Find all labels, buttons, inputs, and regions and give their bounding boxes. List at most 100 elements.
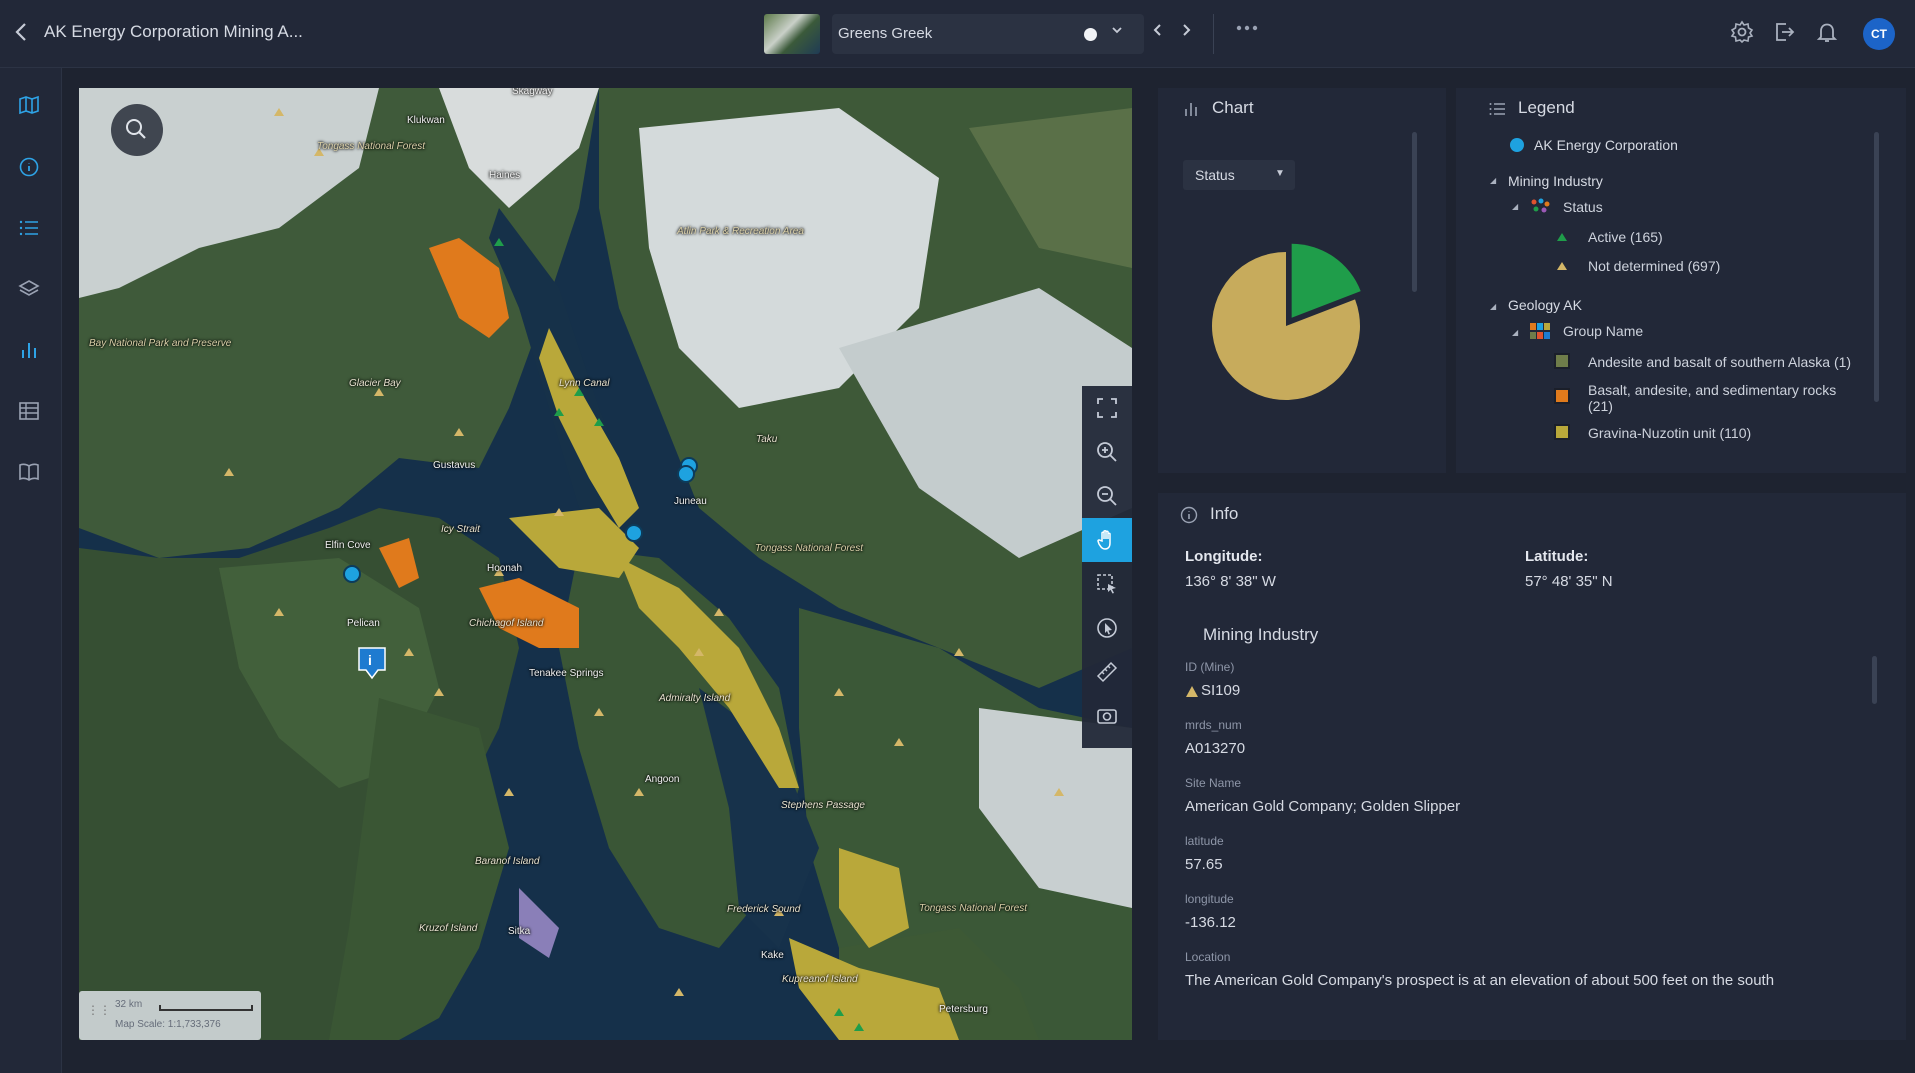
legend-item-active[interactable]: Active (165) — [1588, 229, 1663, 245]
top-bar: AK Energy Corporation Mining A... Greens… — [0, 0, 1915, 68]
field-value: 57.65 — [1185, 856, 1223, 873]
more-options-icon[interactable] — [1234, 18, 1260, 44]
map-label: Angoon — [645, 774, 680, 785]
chevron-left-icon[interactable] — [14, 22, 34, 46]
tan-triangle-icon — [1557, 262, 1567, 270]
legend-item-basalt-count: (21) — [1588, 398, 1613, 414]
multi-fill-icon — [1530, 323, 1550, 339]
scrollbar[interactable] — [1874, 132, 1879, 402]
screenshot-icon[interactable] — [1082, 694, 1132, 738]
legend-field-status[interactable]: Status — [1563, 199, 1603, 215]
map-label: Klukwan — [407, 115, 445, 126]
field-label: Location — [1185, 950, 1231, 964]
satellite-basemap: i — [79, 88, 1132, 1040]
map-label: Elfin Cove — [325, 540, 371, 551]
map-label: Petersburg — [939, 1004, 988, 1015]
legend-field-group-name[interactable]: Group Name — [1563, 323, 1643, 339]
andesite-swatch — [1554, 353, 1570, 369]
longitude-label: Longitude: — [1185, 548, 1263, 565]
map-label: Lynn Canal — [559, 378, 610, 389]
legend-item-basalt[interactable]: Basalt, andesite, and sedimentary rocks — [1588, 382, 1836, 398]
info-panel: Info Longitude: 136° 8' 38" W Latitude: … — [1158, 493, 1906, 1040]
chevron-down-icon[interactable] — [1110, 23, 1124, 40]
map-label: Chichagof Island — [469, 618, 544, 629]
ak-energy-swatch — [1510, 138, 1524, 152]
previous-arrow-icon[interactable] — [1152, 20, 1164, 45]
table-icon[interactable] — [18, 400, 42, 424]
map-label: Juneau — [674, 496, 707, 507]
scrollbar[interactable] — [1872, 656, 1877, 704]
legend-layer-geology[interactable]: Geology AK — [1508, 297, 1582, 313]
identify-icon[interactable] — [1082, 606, 1132, 650]
dropdown-value: Status — [1195, 167, 1235, 183]
user-avatar[interactable]: CT — [1863, 18, 1895, 50]
map-search-button[interactable] — [111, 104, 163, 156]
drag-handle-icon[interactable]: ⋮⋮ — [87, 1003, 111, 1017]
svg-text:i: i — [368, 652, 372, 668]
map-label: Atlin Park & Recreation Area — [677, 226, 804, 237]
bar-chart-icon — [1185, 103, 1197, 116]
map-selector-label: Greens Greek — [838, 25, 933, 42]
zoom-in-icon[interactable] — [1082, 430, 1132, 474]
map-label: Baranof Island — [475, 856, 540, 867]
map-label: Bay National Park and Preserve — [89, 338, 232, 349]
search-icon — [126, 119, 146, 139]
map-label: Frederick Sound — [727, 904, 801, 915]
map-thumbnail[interactable] — [764, 14, 820, 54]
field-value: A013270 — [1185, 740, 1246, 757]
legend-item-not-determined[interactable]: Not determined (697) — [1588, 258, 1720, 274]
legend-layer-ak-energy[interactable]: AK Energy Corporation — [1534, 137, 1678, 153]
legend-panel: Legend AK Energy Corporation ◢ Mining In… — [1456, 88, 1906, 473]
chart-title: Chart — [1212, 98, 1254, 117]
list-icon[interactable] — [18, 217, 42, 241]
map-selector[interactable]: Greens Greek — [832, 14, 1144, 54]
next-arrow-icon[interactable] — [1180, 20, 1192, 45]
list-icon — [1489, 103, 1505, 115]
field-label: latitude — [1185, 834, 1224, 848]
longitude-value: 136° 8' 38" W — [1185, 573, 1276, 590]
info-circle-icon[interactable] — [18, 156, 42, 180]
gear-icon[interactable] — [1730, 20, 1756, 46]
map-label: Sitka — [508, 926, 531, 937]
legend-item-gravina[interactable]: Gravina-Nuzotin unit (110) — [1588, 425, 1751, 441]
scale-distance: 32 km — [115, 999, 143, 1010]
map-icon[interactable] — [18, 94, 42, 118]
status-pie-chart[interactable] — [1200, 220, 1380, 410]
collapse-triangle-icon[interactable]: ◢ — [1512, 202, 1518, 211]
scale-bar — [159, 1005, 253, 1011]
latitude-label: Latitude: — [1525, 548, 1589, 565]
bar-chart-icon[interactable] — [18, 339, 42, 363]
gravina-swatch — [1554, 424, 1570, 440]
select-box-icon[interactable] — [1082, 562, 1132, 606]
map-label: Gustavus — [433, 460, 476, 471]
map-label: Tenakee Springs — [529, 668, 604, 679]
measure-ruler-icon[interactable] — [1082, 650, 1132, 694]
fullscreen-icon[interactable] — [1082, 386, 1132, 430]
map-label: Skagway — [512, 88, 553, 97]
map-label: Kupreanof Island — [782, 974, 858, 985]
collapse-triangle-icon[interactable]: ◢ — [1490, 176, 1496, 185]
layers-icon[interactable] — [18, 278, 42, 302]
field-label: Site Name — [1185, 776, 1242, 790]
map-label: Hoonah — [487, 563, 523, 574]
legend-item-andesite[interactable]: Andesite and basalt of southern Alaska (… — [1588, 354, 1851, 370]
map-toolbar — [1082, 386, 1132, 748]
field-label: ID (Mine) — [1185, 660, 1235, 674]
scrollbar[interactable] — [1412, 132, 1417, 292]
bell-icon[interactable] — [1815, 20, 1841, 46]
collapse-triangle-icon[interactable]: ◢ — [1490, 302, 1496, 311]
collapse-triangle-icon[interactable]: ◢ — [1512, 328, 1518, 337]
map-label: Icy Strait — [441, 524, 480, 535]
chart-field-dropdown[interactable]: Status ▼ — [1183, 160, 1295, 190]
legend-layer-mining[interactable]: Mining Industry — [1508, 173, 1603, 189]
zoom-out-icon[interactable] — [1082, 474, 1132, 518]
map-label: Tongass National Forest — [317, 141, 426, 152]
book-icon[interactable] — [18, 461, 42, 485]
share-icon[interactable] — [1772, 20, 1798, 46]
map-view[interactable]: i Skagway Klukwan Tongass National Fores… — [79, 88, 1132, 1040]
pan-hand-icon[interactable] — [1082, 518, 1132, 562]
map-label: Glacier Bay — [349, 378, 401, 389]
map-label: Taku — [756, 434, 778, 445]
field-value: -136.12 — [1185, 914, 1236, 931]
field-label: longitude — [1185, 892, 1234, 906]
